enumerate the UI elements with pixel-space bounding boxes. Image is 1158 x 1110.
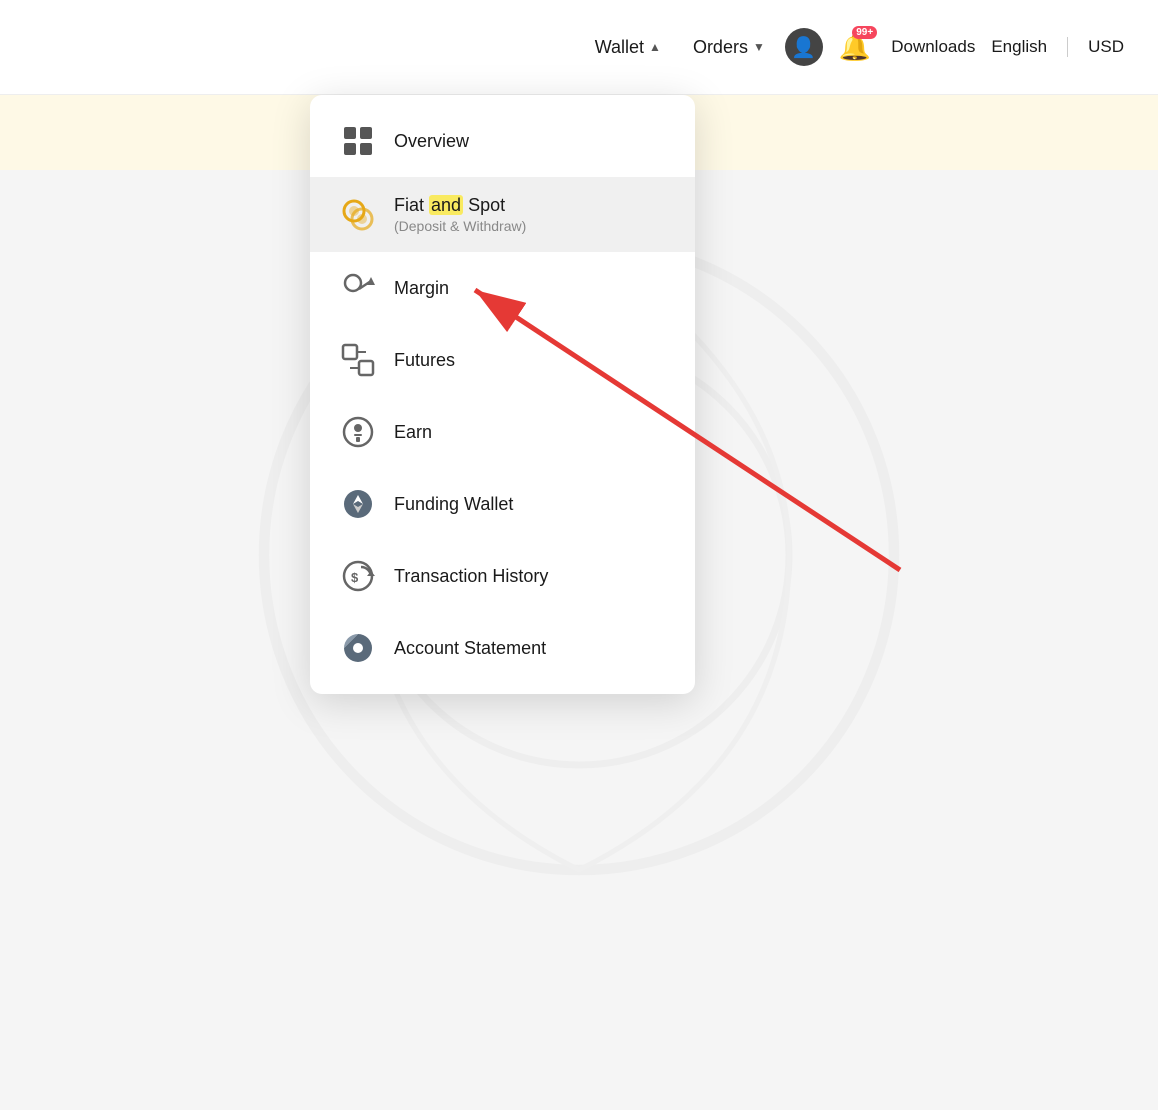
orders-label: Orders xyxy=(693,37,748,58)
dropdown-item-overview[interactable]: Overview xyxy=(310,105,695,177)
transaction-text: Transaction History xyxy=(394,566,548,587)
fiat-spot-icon xyxy=(340,197,376,233)
orders-nav-item[interactable]: Orders ▼ xyxy=(681,29,777,66)
dropdown-item-earn[interactable]: Earn xyxy=(310,396,695,468)
wallet-nav-item[interactable]: Wallet ▲ xyxy=(583,29,673,66)
funding-label: Funding Wallet xyxy=(394,494,513,515)
nav-items: Wallet ▲ Orders ▼ 👤 🔔 99+ Downloads Engl… xyxy=(583,24,1128,71)
account-statement-text: Account Statement xyxy=(394,638,546,659)
navbar: Wallet ▲ Orders ▼ 👤 🔔 99+ Downloads Engl… xyxy=(0,0,1158,95)
dropdown-item-margin[interactable]: Margin xyxy=(310,252,695,324)
fiat-spot-sublabel: (Deposit & Withdraw) xyxy=(394,218,526,234)
dropdown-item-funding[interactable]: Funding Wallet xyxy=(310,468,695,540)
funding-text: Funding Wallet xyxy=(394,494,513,515)
fiat-spot-text: Fiat and Spot (Deposit & Withdraw) xyxy=(394,195,526,234)
notification-bell-wrapper[interactable]: 🔔 99+ xyxy=(831,24,879,71)
dropdown-item-futures[interactable]: Futures xyxy=(310,324,695,396)
futures-text: Futures xyxy=(394,350,455,371)
usd-nav-item[interactable]: USD xyxy=(1084,29,1128,65)
margin-text: Margin xyxy=(394,278,449,299)
dropdown-item-transaction[interactable]: $ Transaction History xyxy=(310,540,695,612)
wallet-dropdown: Overview Fiat and Spot (Deposit & Withdr… xyxy=(310,95,695,694)
downloads-nav-item[interactable]: Downloads xyxy=(887,29,979,65)
wallet-arrow-icon: ▲ xyxy=(649,40,661,54)
english-nav-item[interactable]: English xyxy=(987,29,1051,65)
overview-text: Overview xyxy=(394,131,469,152)
margin-label: Margin xyxy=(394,278,449,299)
earn-label: Earn xyxy=(394,422,432,443)
account-statement-label: Account Statement xyxy=(394,638,546,659)
futures-label: Futures xyxy=(394,350,455,371)
account-statement-icon xyxy=(340,630,376,666)
notification-badge: 99+ xyxy=(852,26,877,39)
overview-icon xyxy=(340,123,376,159)
earn-text: Earn xyxy=(394,422,432,443)
dropdown-item-fiat-spot[interactable]: Fiat and Spot (Deposit & Withdraw) xyxy=(310,177,695,252)
orders-arrow-icon: ▼ xyxy=(753,40,765,54)
overview-label: Overview xyxy=(394,131,469,152)
transaction-icon: $ xyxy=(340,558,376,594)
user-avatar-icon[interactable]: 👤 xyxy=(785,28,823,66)
dropdown-item-account-statement[interactable]: Account Statement xyxy=(310,612,695,684)
futures-icon xyxy=(340,342,376,378)
svg-text:$: $ xyxy=(351,570,359,585)
earn-icon xyxy=(340,414,376,450)
wallet-label: Wallet xyxy=(595,37,644,58)
transaction-label: Transaction History xyxy=(394,566,548,587)
fiat-spot-label: Fiat and Spot xyxy=(394,195,526,216)
funding-icon xyxy=(340,486,376,522)
nav-divider xyxy=(1067,37,1068,57)
margin-icon xyxy=(340,270,376,306)
